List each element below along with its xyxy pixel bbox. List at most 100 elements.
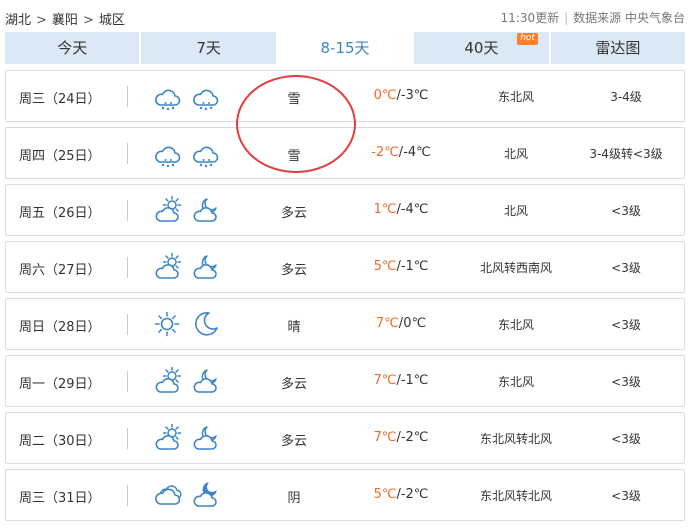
- update-info: 11:30更新 | 数据来源 中央气象台: [501, 9, 685, 26]
- wind-direction: 东北风转北风: [479, 489, 552, 503]
- tab-7-days[interactable]: 7天: [141, 32, 278, 64]
- hot-badge: hot: [517, 33, 538, 45]
- high-temp: 0℃: [373, 88, 397, 103]
- breadcrumb-city[interactable]: 襄阳: [52, 13, 78, 28]
- temperature: 0℃/-3℃: [346, 88, 456, 103]
- temperature: 7℃/-1℃: [346, 373, 456, 388]
- wind-level: 3-4级: [610, 90, 642, 104]
- low-temp: -1℃: [400, 373, 429, 388]
- high-temp: 1℃: [373, 202, 397, 217]
- cloudy-night-icon: [190, 480, 220, 510]
- divider: [127, 485, 128, 506]
- forecast-row: 周一（29日） 多云 7℃/-1℃ 东北风 <3级: [5, 355, 685, 407]
- low-temp: -3℃: [400, 88, 429, 103]
- breadcrumb: 湖北 > 襄阳 > 城区: [5, 9, 125, 28]
- temperature: 5℃/-2℃: [346, 487, 456, 502]
- wind-direction: 东北风: [497, 318, 534, 332]
- divider: [127, 428, 128, 449]
- breadcrumb-separator: >: [82, 13, 94, 28]
- day-label: 周四（25日）: [19, 149, 101, 164]
- temperature: 7℃/-2℃: [346, 430, 456, 445]
- tab-40-days[interactable]: 40天 hot: [414, 32, 551, 64]
- temperature: 7℃/0℃: [346, 316, 456, 331]
- forecast-row: 周三（31日） 阴 5℃/-2℃ 东北风转北风 <3级: [5, 469, 685, 521]
- tab-40-days-label: 40天: [464, 39, 499, 57]
- partly-cloudy-night-icon: [190, 195, 220, 225]
- low-temp: -1℃: [400, 259, 429, 274]
- weather-condition: 晴: [287, 320, 301, 335]
- high-temp: 7℃: [373, 430, 397, 445]
- tab-8-15-days[interactable]: 8-15天: [277, 32, 415, 64]
- divider: [127, 314, 128, 335]
- snow-cloud-icon: [190, 81, 220, 111]
- wind-level: <3级: [611, 204, 641, 218]
- forecast-row: 周二（30日） 多云 7℃/-2℃ 东北风转北风 <3级: [5, 412, 685, 464]
- breadcrumb-province[interactable]: 湖北: [5, 13, 31, 28]
- low-temp: -2℃: [400, 430, 429, 445]
- wind-direction: 东北风转北风: [479, 432, 552, 446]
- day-label: 周三（31日）: [19, 491, 101, 506]
- weather-condition: 多云: [280, 263, 307, 278]
- weather-condition: 多云: [280, 206, 307, 221]
- partly-cloudy-day-icon: [152, 366, 182, 396]
- high-temp: 7℃: [373, 373, 397, 388]
- day-label: 周二（30日）: [19, 434, 101, 449]
- divider: [127, 257, 128, 278]
- temperature: 5℃/-1℃: [346, 259, 456, 274]
- high-temp: 5℃: [373, 259, 397, 274]
- wind-direction: 北风: [503, 147, 528, 161]
- data-source: 数据来源 中央气象台: [573, 11, 685, 25]
- tab-today[interactable]: 今天: [5, 32, 142, 64]
- snow-cloud-icon: [152, 138, 182, 168]
- partly-cloudy-day-icon: [152, 252, 182, 282]
- day-label: 周六（27日）: [19, 263, 101, 278]
- top-bar: 湖北 > 襄阳 > 城区 11:30更新 | 数据来源 中央气象台: [0, 0, 697, 32]
- moon-icon: [190, 309, 220, 339]
- high-temp: 5℃: [373, 487, 397, 502]
- update-time: 11:30更新: [500, 11, 560, 25]
- low-temp: 0℃: [403, 316, 427, 331]
- sun-icon: [152, 309, 182, 339]
- low-temp: -4℃: [400, 202, 429, 217]
- forecast-row: 周四（25日） 雪 -2℃/-4℃ 北风 3-4级转<3级: [5, 127, 685, 179]
- day-label: 周一（29日）: [19, 377, 101, 392]
- wind-level: <3级: [611, 261, 641, 275]
- tab-radar[interactable]: 雷达图: [550, 32, 686, 64]
- partly-cloudy-day-icon: [152, 423, 182, 453]
- overcast-icon: [152, 480, 182, 510]
- wind-level: <3级: [611, 375, 641, 389]
- temperature: 1℃/-4℃: [346, 202, 456, 217]
- partly-cloudy-night-icon: [190, 252, 220, 282]
- low-temp: -2℃: [400, 487, 429, 502]
- weather-condition: 多云: [280, 377, 307, 392]
- divider: [127, 371, 128, 392]
- breadcrumb-district: 城区: [98, 13, 125, 28]
- snow-cloud-icon: [152, 81, 182, 111]
- forecast-row: 周日（28日） 晴 7℃/0℃ 东北风 <3级: [5, 298, 685, 350]
- day-label: 周日（28日）: [19, 320, 101, 335]
- snow-cloud-icon: [190, 138, 220, 168]
- forecast-row: 周三（24日） 雪 0℃/-3℃ 东北风 3-4级: [5, 70, 685, 122]
- forecast-row: 周五（26日） 多云 1℃/-4℃ 北风 <3级: [5, 184, 685, 236]
- wind-level: <3级: [611, 432, 641, 446]
- partly-cloudy-night-icon: [190, 366, 220, 396]
- partly-cloudy-day-icon: [152, 195, 182, 225]
- weather-condition: 雪: [287, 149, 301, 164]
- wind-direction: 北风: [503, 204, 528, 218]
- weather-condition: 多云: [280, 434, 307, 449]
- day-label: 周五（26日）: [19, 206, 101, 221]
- divider: [127, 143, 128, 164]
- temperature: -2℃/-4℃: [346, 145, 456, 160]
- wind-direction: 东北风: [497, 90, 534, 104]
- divider: [127, 86, 128, 107]
- weather-condition: 雪: [287, 92, 301, 107]
- forecast-tabs: 今天 7天 8-15天 40天 hot 雷达图: [5, 32, 686, 64]
- day-label: 周三（24日）: [19, 92, 101, 107]
- wind-level: <3级: [611, 489, 641, 503]
- partly-cloudy-night-icon: [190, 423, 220, 453]
- meta-divider: |: [564, 11, 569, 25]
- weather-condition: 阴: [287, 491, 301, 506]
- high-temp: -2℃: [371, 145, 399, 160]
- high-temp: 7℃: [375, 316, 399, 331]
- forecast-row: 周六（27日） 多云 5℃/-1℃ 北风转西南风 <3级: [5, 241, 685, 293]
